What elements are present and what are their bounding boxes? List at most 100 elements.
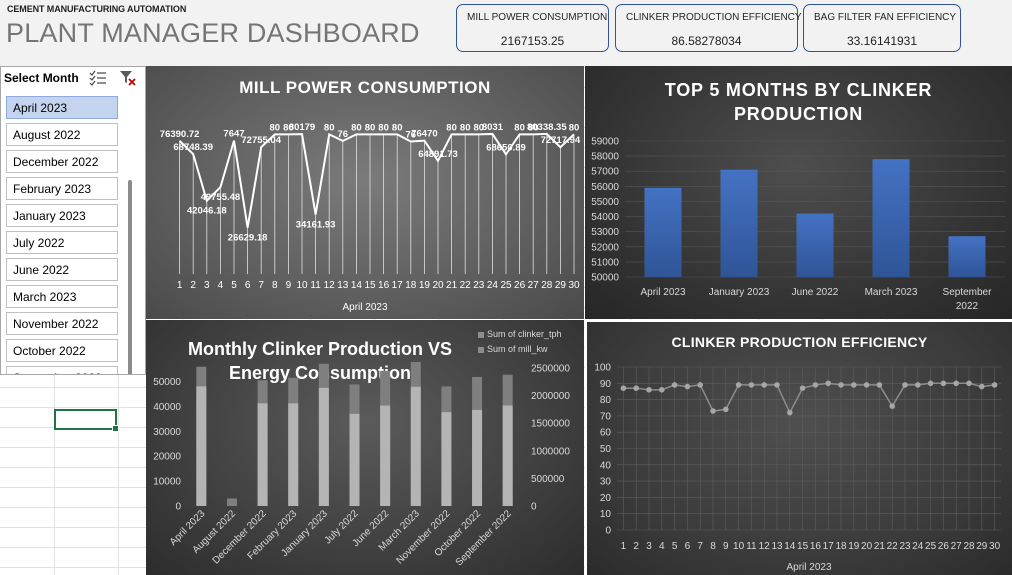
y-tick-label: 90 — [600, 379, 612, 390]
y-tick-label: 60 — [600, 428, 612, 439]
slicer-item[interactable]: January 2023 — [6, 204, 118, 227]
data-point — [825, 380, 831, 387]
data-label: 80338.35 — [527, 122, 567, 133]
slicer-item[interactable]: August 2022 — [6, 123, 118, 146]
data-point — [927, 380, 934, 387]
data-point — [748, 382, 755, 388]
x-tick-label: 20 — [432, 280, 444, 291]
efficiency-chart[interactable]: CLINKER PRODUCTION EFFICIENCY 0 10 20 30 40 5… — [585, 320, 1012, 575]
data-point — [838, 382, 844, 388]
x-tick-label: 7 — [697, 541, 703, 552]
x-tick-label: September 2022 — [454, 508, 514, 568]
y-tick-label: 55000 — [591, 197, 619, 208]
x-tick-label: 7 — [258, 280, 264, 291]
x-tick-label: 19 — [419, 280, 431, 291]
slicer-item[interactable]: March 2023 — [6, 285, 118, 308]
data-point — [902, 382, 908, 388]
data-point — [620, 385, 627, 391]
selected-cell[interactable] — [54, 409, 119, 432]
x-tick-label: 30 — [989, 541, 1001, 552]
kpi-bag-filter-fan[interactable]: BAG FILTER FAN EFFICIENCY 33.16141931 — [803, 4, 961, 52]
data-label: 42046.18 — [187, 206, 227, 217]
x-tick-label: 23 — [473, 280, 485, 291]
bar-mill-kw — [380, 405, 391, 506]
data-point — [723, 406, 729, 413]
slicer-item[interactable]: December 2022 — [6, 150, 118, 173]
bar-mill-kw — [196, 386, 207, 506]
x-tick-label: 13 — [337, 280, 349, 291]
bar — [872, 159, 910, 277]
kpi-value: 2167153.25 — [500, 34, 565, 48]
month-slicer[interactable]: Select Month April 2023 August 2022 Decemb… — [0, 66, 146, 375]
data-point — [671, 382, 678, 388]
data-label: 80 — [460, 122, 471, 133]
x-tick-label: 25 — [925, 541, 937, 552]
x-tick-label: 17 — [823, 541, 835, 552]
kpi-clinker-efficiency[interactable]: CLINKER PRODUCTION EFFICIENCY 86.5827803… — [615, 4, 802, 52]
y-tick-label: 70 — [600, 411, 612, 422]
top5-chart[interactable]: TOP 5 MONTHS BY CLINKER PRODUCTION 50000… — [585, 66, 1012, 319]
x-tick-label: 27 — [528, 280, 540, 291]
data-point — [697, 382, 703, 388]
slicer-scrollbar[interactable] — [128, 180, 132, 374]
x-tick-label: 29 — [976, 541, 988, 552]
x-tick-label: 4 — [659, 541, 665, 552]
x-tick-label: 22 — [460, 280, 472, 291]
mill-power-chart[interactable]: MILL POWER CONSUMPTION 76390.72 68748.39 4… — [146, 66, 584, 319]
clear-filter-icon[interactable] — [119, 70, 137, 86]
bar — [796, 213, 834, 277]
slicer-item[interactable]: July 2022 — [6, 231, 118, 254]
data-point — [991, 382, 998, 388]
x-tick-label: 6 — [245, 280, 251, 291]
data-point — [851, 382, 857, 388]
slicer-item[interactable]: June 2022 — [6, 258, 118, 281]
data-point — [889, 403, 895, 409]
y-tick-label: 0 — [605, 526, 611, 537]
y-tick-label: 80 — [600, 395, 612, 406]
slicer-item[interactable]: February 2023 — [6, 177, 118, 200]
data-label: 80179 — [289, 122, 315, 133]
slicer-item[interactable]: September 2022 — [6, 366, 118, 374]
bar-mill-kw — [349, 413, 360, 506]
x-tick-label: 27 — [951, 541, 963, 552]
kpi-label: MILL POWER CONSUMPTION — [467, 12, 608, 23]
data-point — [953, 380, 959, 387]
y-tick-label: 50 — [600, 444, 612, 455]
data-point — [915, 382, 921, 388]
multi-select-icon[interactable] — [89, 70, 107, 86]
top5-plot: 50000 51000 52000 53000 54000 55000 56000 57000… — [591, 137, 1005, 312]
y-left-tick-label: 40000 — [153, 402, 181, 413]
y-tick-label: 57000 — [591, 167, 619, 178]
x-tick-label: 12 — [324, 280, 336, 291]
data-label: 72755.04 — [241, 135, 281, 146]
x-tick-label: 4 — [218, 280, 224, 291]
x-tick-label: 26 — [514, 280, 526, 291]
slicer-item[interactable]: October 2022 — [6, 339, 118, 362]
x-tick-label: 15 — [364, 280, 376, 291]
data-point — [646, 387, 652, 393]
slicer-title: Select Month — [4, 71, 79, 85]
data-point — [966, 380, 972, 387]
x-tick-label: 3 — [204, 280, 210, 291]
x-tick-label: 6 — [685, 541, 691, 552]
bar-mill-kw — [441, 412, 452, 506]
data-point — [761, 382, 767, 388]
slicer-item[interactable]: November 2022 — [6, 312, 118, 335]
kpi-mill-power[interactable]: MILL POWER CONSUMPTION 2167153.25 — [456, 4, 609, 52]
data-point — [684, 383, 691, 390]
x-tick-label: 12 — [759, 541, 771, 552]
x-tick-label: 14 — [351, 280, 363, 291]
x-tick-label: 18 — [405, 280, 417, 291]
data-point — [735, 382, 742, 388]
data-label: 80 — [446, 122, 457, 133]
data-point — [876, 382, 883, 388]
y-tick-label: 59000 — [591, 137, 619, 148]
clinker-vs-energy-chart[interactable]: Monthly Clinker Production VS Energy Con… — [146, 320, 584, 575]
y-left-tick-label: 10000 — [153, 477, 181, 488]
x-tick-label: June 2022 — [792, 287, 839, 298]
data-point — [710, 408, 716, 414]
bar-mill-kw — [288, 403, 299, 506]
data-label: 72717.94 — [541, 135, 581, 146]
slicer-item[interactable]: April 2023 — [6, 96, 118, 119]
x-tick-label: 23 — [899, 541, 911, 552]
